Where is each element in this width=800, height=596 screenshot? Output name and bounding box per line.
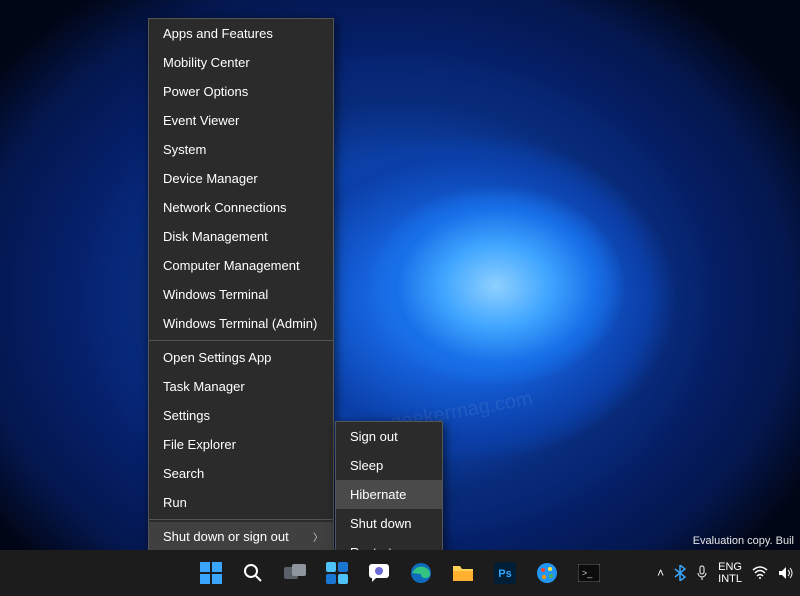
- photoshop-button[interactable]: Ps: [486, 554, 524, 592]
- taskbar-center: Ps >_: [192, 550, 608, 596]
- submenu-item-sleep[interactable]: Sleep: [336, 451, 442, 480]
- menu-item-settings[interactable]: Settings: [149, 401, 333, 430]
- winx-menu: Apps and Features Mobility Center Power …: [148, 18, 334, 586]
- menu-separator: [149, 519, 333, 520]
- evaluation-watermark: Evaluation copy. Buil: [693, 535, 794, 548]
- submenu-item-hibernate[interactable]: Hibernate: [336, 480, 442, 509]
- bluetooth-icon[interactable]: [674, 565, 686, 581]
- menu-item-event-viewer[interactable]: Event Viewer: [149, 106, 333, 135]
- menu-item-device-manager[interactable]: Device Manager: [149, 164, 333, 193]
- start-button[interactable]: [192, 554, 230, 592]
- desktop[interactable]: geekermag.com Evaluation copy. Buil Apps…: [0, 0, 800, 596]
- chevron-right-icon: 〉: [313, 529, 323, 544]
- chat-icon: [368, 562, 390, 584]
- menu-item-apps-and-features[interactable]: Apps and Features: [149, 19, 333, 48]
- terminal-icon: >_: [578, 564, 600, 582]
- svg-text:>_: >_: [582, 568, 593, 578]
- menu-item-file-explorer[interactable]: File Explorer: [149, 430, 333, 459]
- wifi-icon[interactable]: [752, 566, 768, 580]
- edge-icon: [410, 562, 432, 584]
- system-tray: ˄ ENGINTL: [657, 550, 794, 596]
- task-view-icon: [284, 564, 306, 582]
- menu-item-search[interactable]: Search: [149, 459, 333, 488]
- edge-button[interactable]: [402, 554, 440, 592]
- menu-item-computer-management[interactable]: Computer Management: [149, 251, 333, 280]
- svg-text:Ps: Ps: [498, 568, 511, 580]
- menu-item-windows-terminal-admin[interactable]: Windows Terminal (Admin): [149, 309, 333, 338]
- language-indicator[interactable]: ENGINTL: [718, 561, 742, 585]
- menu-item-mobility-center[interactable]: Mobility Center: [149, 48, 333, 77]
- chat-button[interactable]: [360, 554, 398, 592]
- menu-item-windows-terminal[interactable]: Windows Terminal: [149, 280, 333, 309]
- photoshop-icon: Ps: [494, 562, 516, 584]
- menu-item-system[interactable]: System: [149, 135, 333, 164]
- submenu-item-sign-out[interactable]: Sign out: [336, 422, 442, 451]
- terminal-button[interactable]: >_: [570, 554, 608, 592]
- widgets-icon: [326, 562, 348, 584]
- shutdown-submenu: Sign out Sleep Hibernate Shut down Resta…: [335, 421, 443, 568]
- paint-button[interactable]: [528, 554, 566, 592]
- task-view-button[interactable]: [276, 554, 314, 592]
- menu-separator: [149, 340, 333, 341]
- microphone-icon[interactable]: [696, 565, 708, 581]
- submenu-item-shut-down[interactable]: Shut down: [336, 509, 442, 538]
- volume-icon[interactable]: [778, 566, 794, 580]
- widgets-button[interactable]: [318, 554, 356, 592]
- windows-logo-icon: [200, 562, 222, 584]
- search-icon: [243, 563, 263, 583]
- menu-item-power-options[interactable]: Power Options: [149, 77, 333, 106]
- menu-item-task-manager[interactable]: Task Manager: [149, 372, 333, 401]
- menu-item-network-connections[interactable]: Network Connections: [149, 193, 333, 222]
- search-button[interactable]: [234, 554, 272, 592]
- menu-item-open-settings-app[interactable]: Open Settings App: [149, 343, 333, 372]
- taskbar: Ps >_ ˄: [0, 550, 800, 596]
- paint-icon: [536, 562, 558, 584]
- folder-icon: [452, 563, 474, 583]
- menu-item-disk-management[interactable]: Disk Management: [149, 222, 333, 251]
- file-explorer-button[interactable]: [444, 554, 482, 592]
- menu-item-shut-down-or-sign-out[interactable]: Shut down or sign out 〉: [149, 522, 333, 551]
- tray-overflow-button[interactable]: ˄: [657, 566, 664, 580]
- menu-item-run[interactable]: Run: [149, 488, 333, 517]
